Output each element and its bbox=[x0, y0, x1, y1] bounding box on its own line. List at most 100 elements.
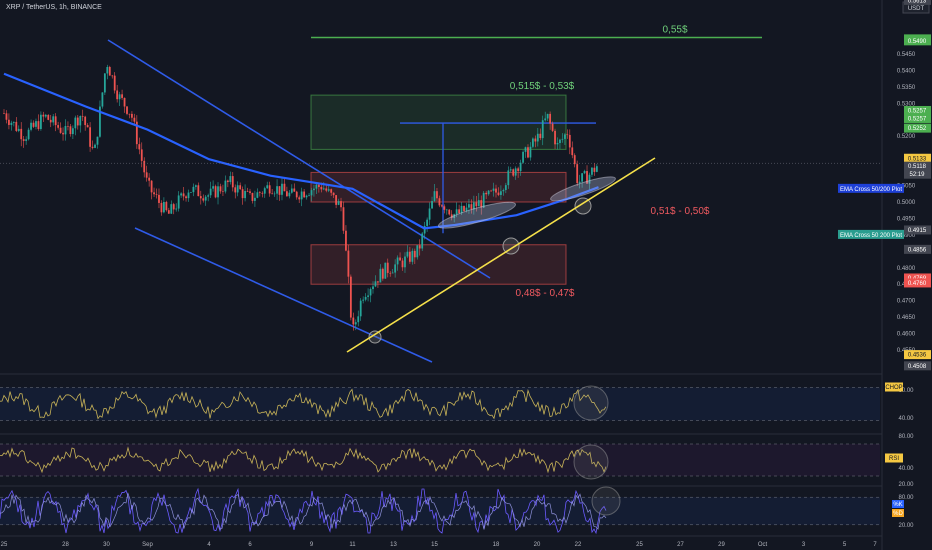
candle-body bbox=[44, 114, 47, 117]
candle-body bbox=[42, 114, 45, 117]
candle-body bbox=[15, 121, 18, 131]
candle-body bbox=[536, 133, 539, 142]
candle-body bbox=[431, 201, 433, 209]
candle-body bbox=[497, 192, 500, 195]
candle-body bbox=[229, 176, 232, 183]
candle-body bbox=[514, 168, 517, 176]
candle-body bbox=[364, 296, 367, 300]
candle-body bbox=[30, 122, 32, 130]
candle-body bbox=[367, 295, 369, 297]
candle-body bbox=[52, 116, 55, 123]
candle-body bbox=[126, 106, 128, 114]
time-tick-label: 25 bbox=[636, 542, 643, 548]
candle-body bbox=[22, 139, 25, 141]
candle-body bbox=[91, 146, 94, 148]
target-label: 0,55$ bbox=[662, 25, 687, 36]
indicator-legend-label: %D bbox=[893, 511, 903, 517]
candle-body bbox=[101, 92, 104, 107]
price-tick-label: 0.4600 bbox=[897, 332, 916, 338]
price-tag-label: 0.5252 bbox=[908, 126, 927, 132]
candle-body bbox=[256, 192, 259, 198]
candle-body bbox=[359, 300, 362, 317]
candle-body bbox=[290, 188, 293, 193]
candle-body bbox=[224, 180, 227, 192]
candle-body bbox=[175, 208, 178, 210]
candle-body bbox=[317, 184, 320, 187]
candle-body bbox=[571, 147, 574, 156]
candle-body bbox=[303, 191, 306, 198]
candle-body bbox=[258, 192, 261, 193]
indicator-highlight-circle bbox=[573, 444, 609, 480]
candle-body bbox=[509, 169, 512, 171]
candle-body bbox=[158, 194, 160, 203]
price-tag-label: 0.4508 bbox=[908, 364, 927, 370]
candle-body bbox=[372, 286, 374, 290]
candle-body bbox=[581, 173, 583, 182]
candle-body bbox=[330, 189, 333, 193]
candle-body bbox=[286, 191, 288, 197]
candle-body bbox=[485, 192, 488, 195]
candle-body bbox=[448, 209, 451, 215]
candle-body bbox=[458, 209, 460, 214]
time-tick-label: 30 bbox=[103, 542, 110, 548]
candle-body bbox=[455, 209, 458, 215]
candle-body bbox=[345, 230, 347, 251]
chart-header: XRP / TetherUS, 1h, BINANCE bbox=[6, 4, 102, 11]
candle-body bbox=[84, 116, 87, 126]
candle-body bbox=[64, 126, 67, 135]
time-tick-label: 6 bbox=[248, 542, 252, 548]
candle-body bbox=[155, 194, 158, 195]
candle-body bbox=[349, 276, 352, 318]
candle-body bbox=[487, 190, 490, 195]
candle-body bbox=[298, 197, 301, 200]
candle-body bbox=[3, 113, 5, 114]
candle-body bbox=[305, 195, 308, 198]
candle-body bbox=[563, 134, 566, 139]
time-tick-label: 4 bbox=[207, 542, 211, 548]
indicator-highlight-circle bbox=[591, 486, 621, 516]
candle-body bbox=[283, 183, 286, 192]
candle-body bbox=[187, 192, 190, 199]
candle-body bbox=[320, 186, 323, 190]
candle-body bbox=[310, 190, 313, 196]
indicator-tick-label: 20.00 bbox=[898, 482, 914, 488]
candle-body bbox=[399, 257, 401, 261]
candle-body bbox=[81, 116, 84, 117]
candle-body bbox=[470, 204, 473, 210]
price-tick-label: 0.4650 bbox=[897, 315, 916, 321]
price-tag-label: 0.5133 bbox=[908, 156, 927, 162]
candle-body bbox=[517, 168, 520, 172]
candle-body bbox=[313, 188, 315, 191]
candle-body bbox=[236, 185, 239, 193]
candle-body bbox=[556, 143, 559, 145]
candle-body bbox=[595, 166, 598, 172]
candle-body bbox=[244, 191, 246, 199]
candle-body bbox=[522, 151, 524, 163]
candle-body bbox=[128, 113, 131, 115]
candle-body bbox=[47, 114, 50, 120]
candle-body bbox=[113, 75, 116, 91]
candle-body bbox=[12, 121, 15, 123]
candle-body bbox=[106, 66, 109, 74]
candle-body bbox=[443, 206, 446, 210]
candle-body bbox=[436, 191, 438, 199]
price-tick-label: 0.5350 bbox=[897, 85, 916, 91]
candle-body bbox=[475, 202, 478, 207]
candle-body bbox=[5, 113, 8, 120]
candle-body bbox=[568, 134, 571, 148]
candle-body bbox=[512, 169, 515, 176]
price-tag-label: 0.4760 bbox=[908, 281, 927, 287]
price-tag-label: 0.4856 bbox=[908, 247, 927, 253]
candle-body bbox=[180, 193, 183, 196]
candle-body bbox=[150, 180, 153, 193]
candle-body bbox=[278, 186, 281, 195]
candle-body bbox=[374, 281, 377, 287]
candle-body bbox=[340, 201, 342, 208]
candle-body bbox=[504, 185, 507, 191]
candle-body bbox=[342, 207, 345, 231]
candle-body bbox=[406, 251, 409, 257]
price-tick-label: 0.4700 bbox=[897, 299, 916, 305]
candle-body bbox=[327, 189, 330, 191]
candle-body bbox=[325, 188, 328, 191]
candle-body bbox=[379, 268, 382, 283]
